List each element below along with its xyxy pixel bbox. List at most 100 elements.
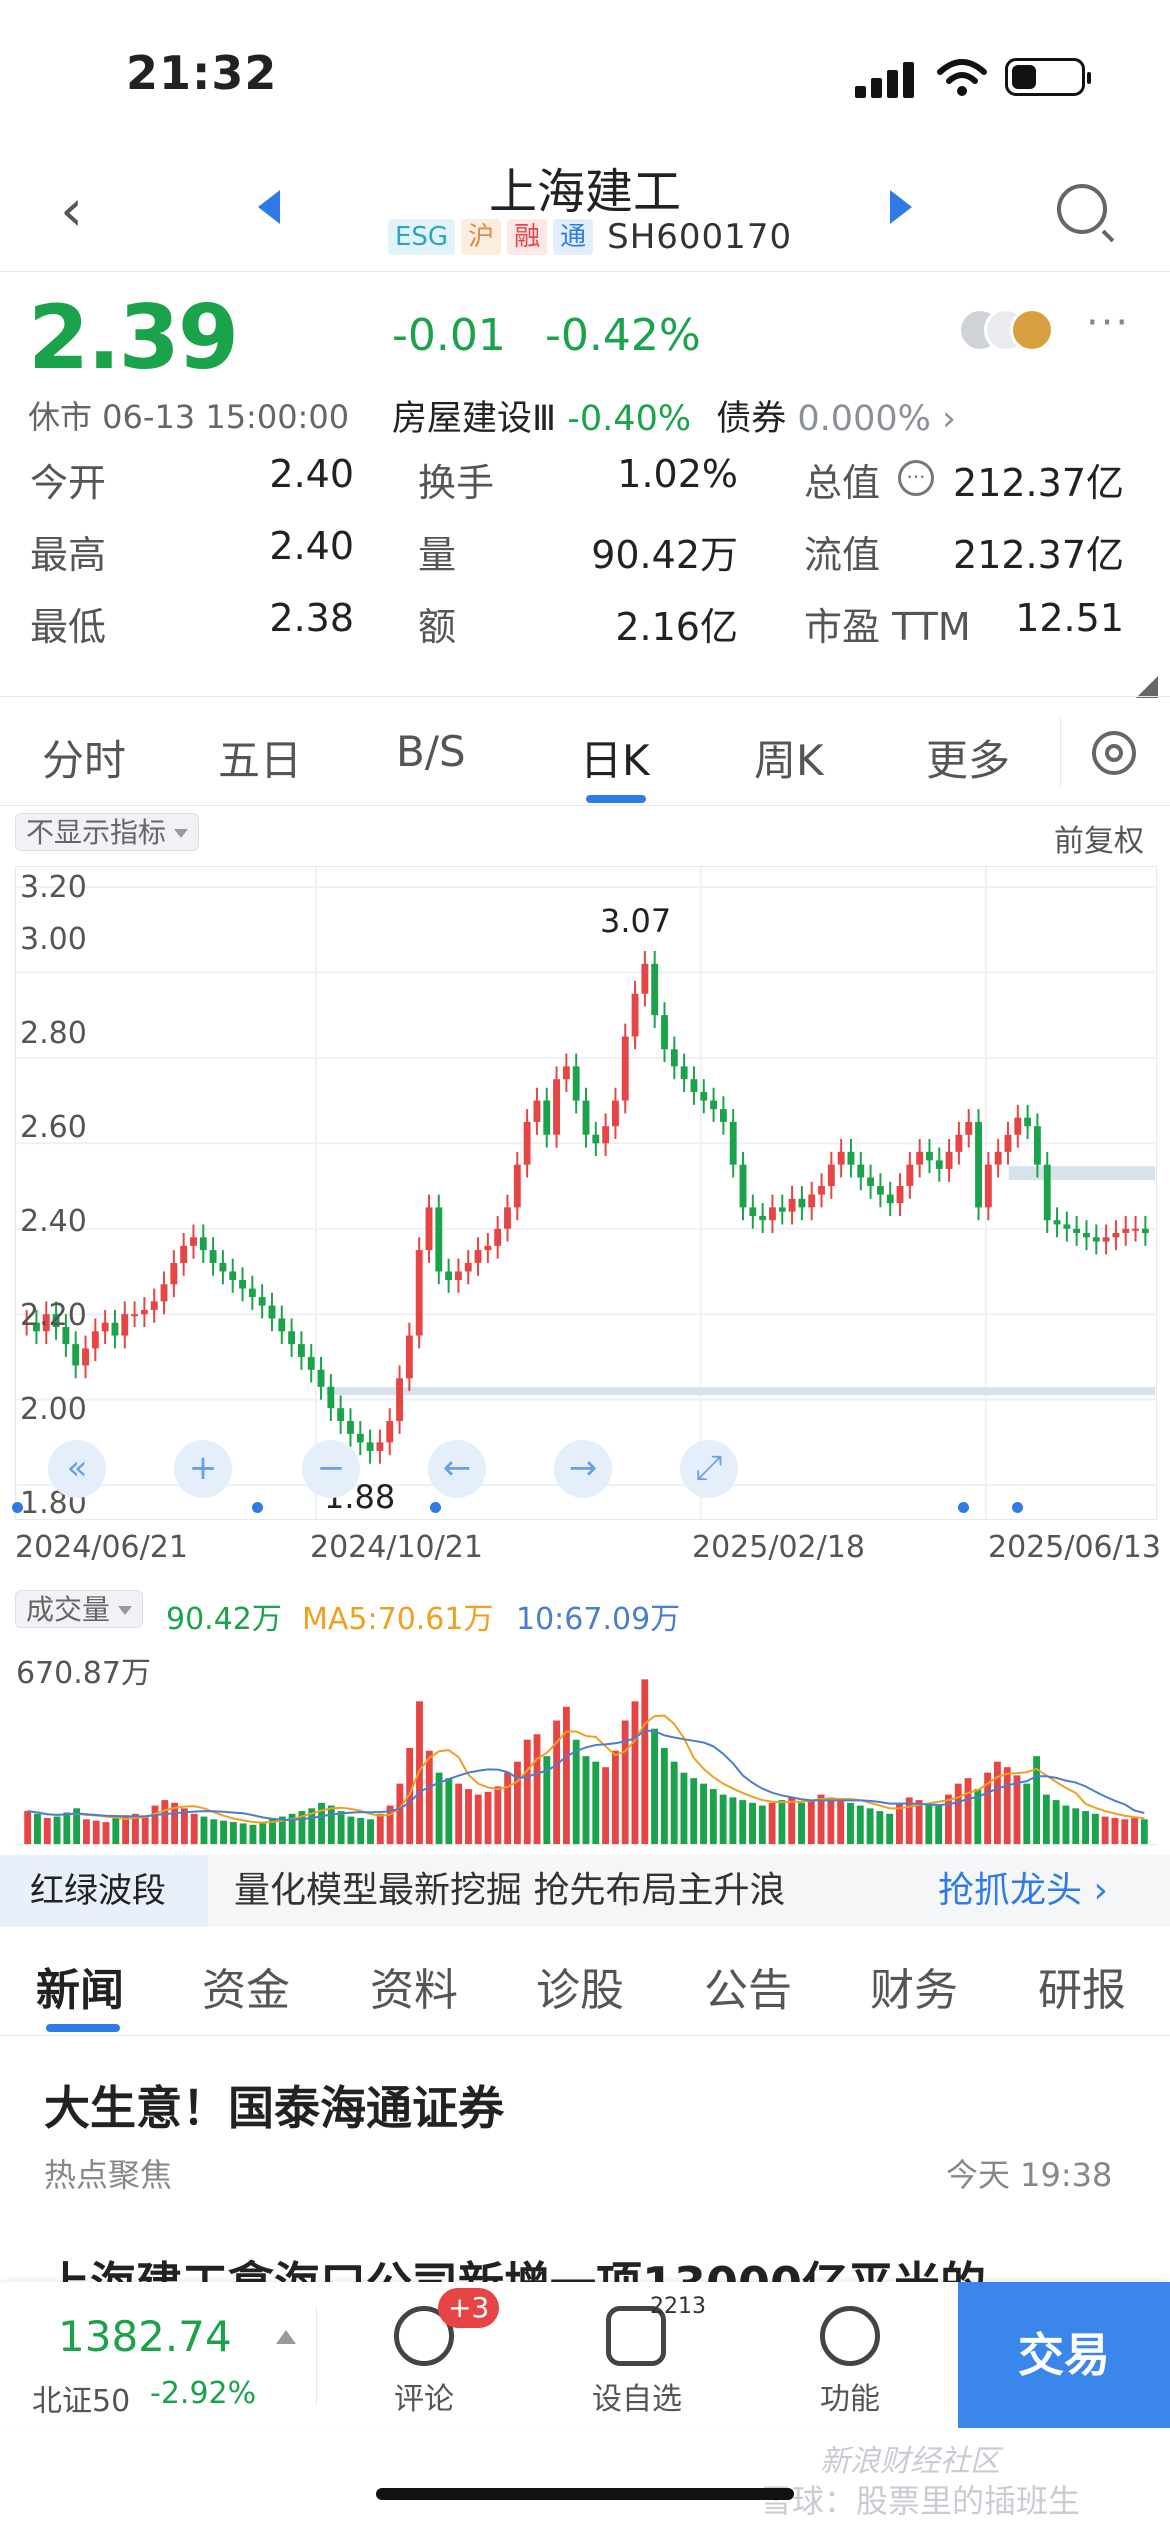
volume-bar: [798, 1802, 805, 1844]
candle-body: [533, 1100, 541, 1122]
event-marker[interactable]: [252, 1502, 263, 1513]
tab-rik[interactable]: 日K: [580, 727, 650, 788]
industry-line[interactable]: 房屋建设Ⅲ -0.40% 债券 0.000% ›: [392, 390, 956, 441]
next-stock-icon[interactable]: [890, 190, 912, 224]
volume-bar: [935, 1805, 943, 1844]
candle-body: [405, 1335, 413, 1379]
candle-body: [1024, 1117, 1032, 1127]
x-tick: 2024/06/21: [15, 1530, 188, 1565]
candle-body: [710, 1100, 718, 1110]
trade-button[interactable]: 交易: [958, 2282, 1170, 2428]
volume-bar: [102, 1822, 110, 1844]
tag-esg[interactable]: ESG: [388, 219, 456, 255]
volume-bar: [504, 1772, 512, 1844]
adjust-mode[interactable]: 前复权: [1054, 816, 1144, 860]
volume-bar: [572, 1739, 580, 1844]
function-menu-icon[interactable]: [820, 2306, 880, 2366]
tab-research[interactable]: 研报: [1038, 1954, 1126, 2018]
candle-body: [278, 1318, 286, 1332]
divider: [316, 2306, 317, 2406]
follower-avatars[interactable]: [958, 308, 1078, 358]
watch-label[interactable]: 设自选: [592, 2374, 682, 2418]
volume-dropdown[interactable]: 成交量: [15, 1590, 144, 1628]
quote-panel: 2.39 -0.01 -0.42% ··· 休市 06-13 15:00:00 …: [0, 272, 1170, 698]
volume-bar: [53, 1816, 61, 1844]
volume-bar: [758, 1805, 766, 1844]
scroll-left-icon[interactable]: ←: [428, 1440, 486, 1498]
tab-news[interactable]: 新闻: [36, 1954, 124, 2018]
news-item-title[interactable]: 大生意！国泰海通证券: [44, 2072, 504, 2138]
candle-body: [847, 1151, 855, 1165]
tab-wuri[interactable]: 五日: [218, 727, 302, 788]
zoom-in-icon[interactable]: +: [174, 1440, 232, 1498]
industry-name: 房屋建设Ⅲ: [392, 399, 557, 439]
candle-body: [484, 1245, 492, 1251]
home-indicator[interactable]: [376, 2488, 794, 2500]
tab-financials[interactable]: 财务: [870, 1954, 958, 2018]
tab-zhouk[interactable]: 周K: [754, 727, 824, 788]
promo-banner[interactable]: 红绿波段 量化模型最新挖掘 抢先布局主升浪 抢抓龙头 ›: [0, 1855, 1170, 1927]
indicator-dropdown[interactable]: 不显示指标: [15, 813, 200, 851]
banner-action-label: 抢抓龙头: [938, 1870, 1083, 1911]
price-band: [325, 1387, 1156, 1396]
candle-body: [366, 1442, 374, 1451]
zoom-out-icon[interactable]: −: [302, 1440, 360, 1498]
info-icon[interactable]: ···: [898, 460, 934, 496]
volume-chart[interactable]: [15, 1640, 1157, 1845]
stat-label: 最低: [30, 605, 107, 649]
candle-body: [219, 1262, 227, 1272]
scroll-right-icon[interactable]: →: [554, 1440, 612, 1498]
volume-bar: [719, 1794, 727, 1844]
active-tab-indicator: [586, 795, 646, 803]
tab-announcements[interactable]: 公告: [704, 1954, 792, 2018]
event-marker[interactable]: [430, 1502, 441, 1513]
candle-body: [121, 1314, 129, 1336]
event-marker[interactable]: [1012, 1502, 1023, 1513]
candle-body: [248, 1288, 256, 1298]
tab-more[interactable]: 更多: [926, 727, 1010, 788]
candle-body: [955, 1134, 963, 1152]
tab-diagnosis[interactable]: 诊股: [536, 1954, 624, 2018]
volume-bar: [582, 1756, 590, 1844]
volume-bar: [886, 1813, 894, 1844]
function-label[interactable]: 功能: [820, 2374, 880, 2418]
tab-profile[interactable]: 资料: [370, 1954, 458, 2018]
volume-max-label: 670.87万: [16, 1656, 151, 1691]
chart-tabs: 分时 五日 B/S 日K 周K 更多: [0, 696, 1170, 806]
volume-bar: [788, 1797, 796, 1844]
news-item-title[interactable]: 上海建工拿海口公司新增一项13000亿平米的: [44, 2248, 1124, 2284]
index-value[interactable]: 1382.74: [58, 2312, 232, 2361]
tab-funds[interactable]: 资金: [202, 1954, 290, 2018]
stat-label: 额: [418, 605, 457, 649]
stat-value: 90.42万: [591, 533, 738, 577]
candle-body: [984, 1164, 992, 1208]
tab-fenshi[interactable]: 分时: [42, 727, 126, 788]
search-icon[interactable]: [1057, 184, 1107, 234]
kline-chart[interactable]: [15, 866, 1157, 1520]
more-icon[interactable]: ···: [1086, 300, 1130, 346]
volume-bar: [749, 1802, 756, 1844]
caret-up-icon[interactable]: [276, 2330, 296, 2344]
comment-label[interactable]: 评论: [394, 2374, 454, 2418]
volume-bar: [376, 1813, 384, 1844]
expand-corner-icon[interactable]: [1136, 676, 1158, 698]
volume-bar: [141, 1816, 149, 1844]
chevron-right-icon: ›: [1093, 1870, 1108, 1911]
chart-settings-icon[interactable]: [1092, 731, 1136, 775]
stats-row: 最低 2.38 额 2.16亿 市盈 TTM 12.51: [0, 596, 1170, 666]
candle-body: [739, 1164, 747, 1208]
event-marker[interactable]: [12, 1502, 23, 1513]
info-tabs: 新闻 资金 资料 诊股 公告 财务 研报: [0, 1940, 1170, 2036]
stat-label: 总值: [804, 461, 881, 505]
rewind-icon[interactable]: «: [48, 1440, 106, 1498]
bottom-bar: 1382.74 北证50 -2.92% +3 评论 2213 设自选 功能 交易: [0, 2282, 1170, 2428]
candle-body: [975, 1121, 982, 1208]
event-marker[interactable]: [958, 1502, 969, 1513]
candle-body: [1063, 1224, 1071, 1229]
volume-bar: [92, 1820, 100, 1844]
fullscreen-icon[interactable]: ⤢: [680, 1440, 738, 1498]
candle-body: [1043, 1164, 1051, 1221]
candle-body: [258, 1297, 266, 1306]
tab-bs[interactable]: B/S: [396, 727, 466, 776]
banner-action[interactable]: 抢抓龙头 ›: [938, 1855, 1108, 1927]
